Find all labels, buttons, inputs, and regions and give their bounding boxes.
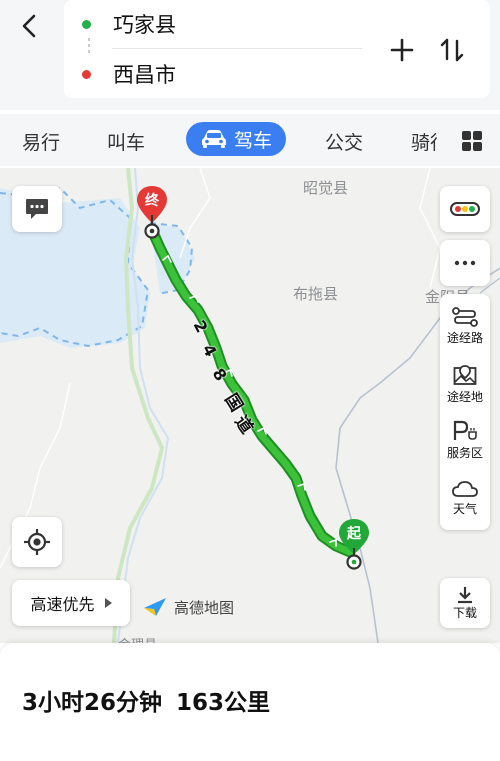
route-distance: 163公里 [176,690,271,716]
download-button[interactable]: 下载 [440,578,490,628]
tab-ride-hailing[interactable]: 叫车 [107,125,145,157]
swap-route-button[interactable] [432,30,472,70]
weather-label: 天气 [452,501,477,516]
destination-name: 西昌市 [113,63,176,87]
route-map[interactable]: 昭觉县 布拖县 金阳县 会理县 248国道 终 起 [0,168,500,643]
destination-dot-icon [82,69,91,79]
route-preference-button[interactable]: 高速优先 [12,580,130,626]
tab-driving-label: 驾车 [234,129,273,152]
map-label-butuo: 布拖县 [293,285,339,303]
tab-cycling[interactable]: 骑行 [411,125,437,157]
field-divider [112,48,362,49]
message-button[interactable] [12,186,62,232]
brand-name: 高德地图 [174,598,235,617]
weather-button[interactable]: 天气 [440,470,490,526]
cloud-icon [452,480,478,497]
start-pin[interactable]: 起 [338,518,370,574]
end-pin-label: 终 [145,193,159,209]
more-button[interactable] [440,240,490,286]
triangle-right-icon [104,598,112,608]
service-area-button[interactable]: 服务区 [440,412,490,468]
amap-logo-icon [144,598,166,616]
route-summary-panel[interactable]: 3小时26分钟 163公里 [0,643,500,761]
origin-dot-icon [82,19,91,29]
origin-field[interactable]: 巧家县 [82,4,176,44]
add-waypoint-button[interactable] [382,30,422,70]
route-tool-panel: 途经路 途经地 服务区 天气 [440,294,490,530]
tab-easy-travel[interactable]: 易行 [22,125,60,157]
route-preference-label: 高速优先 [30,595,95,614]
map-pin-icon [453,364,477,385]
route-duration: 3小时26分钟 [22,690,163,716]
service-area-icon [453,420,477,440]
back-button[interactable] [10,6,50,46]
amap-brand: 高德地图 [142,596,234,618]
locate-button[interactable] [12,517,62,567]
more-dots-icon [454,260,476,266]
transport-mode-tabs: 易行 叫车 驾车 公交 骑行 [0,114,500,166]
route-header: 巧家县 西昌市 [0,0,500,110]
via-road-button[interactable]: 途经路 [440,298,490,354]
start-pin-label: 起 [347,526,361,542]
crosshair-icon [24,529,50,555]
car-icon [202,130,226,148]
destination-field[interactable]: 西昌市 [82,54,176,94]
chat-bubble-icon [26,199,48,219]
tab-transit[interactable]: 公交 [325,125,363,157]
more-modes-button[interactable] [460,129,484,153]
route-card: 巧家县 西昌市 [64,0,490,98]
end-pin[interactable]: 终 [136,185,168,243]
service-area-label: 服务区 [446,445,483,460]
route-path-icon [452,306,478,327]
via-place-button[interactable]: 途经地 [440,356,490,412]
tab-driving[interactable]: 驾车 [186,122,287,156]
swap-icon [440,38,464,62]
map-label-huili: 会理县 [118,634,157,643]
route-summary: 3小时26分钟 163公里 [22,683,270,717]
traffic-button[interactable] [440,186,490,232]
origin-name: 巧家县 [113,13,176,37]
download-label: 下载 [452,605,477,620]
chevron-left-icon [22,14,36,38]
download-icon [458,586,472,603]
via-road-label: 途经路 [446,330,483,345]
via-place-label: 途经地 [446,389,483,404]
traffic-light-icon [450,202,480,216]
map-label-zhaojue: 昭觉县 [303,179,349,197]
map-base-layer [0,168,500,643]
plus-icon [390,38,414,62]
